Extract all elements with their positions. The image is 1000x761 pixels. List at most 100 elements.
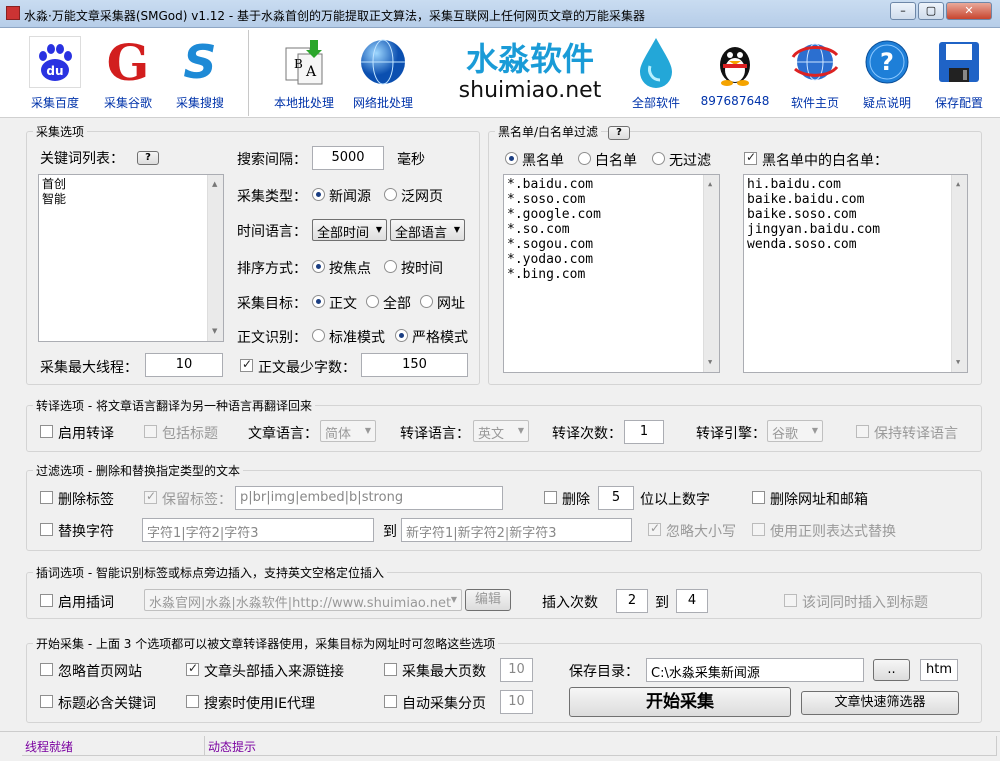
- target-url-label: 网址: [437, 296, 465, 312]
- whitelist-scrollbar[interactable]: [951, 175, 967, 372]
- keyword-item: 智能: [42, 192, 67, 206]
- delete-label: 删除: [562, 492, 590, 508]
- browse-button[interactable]: ..: [873, 659, 910, 681]
- insert-words-select[interactable]: 水淼官网|水淼|水淼软件|http://www.shuimiao.net: [144, 589, 462, 611]
- whitelist-textarea[interactable]: hi.baidu.com baike.baidu.com baike.soso.…: [743, 174, 968, 373]
- auto-pages-checkbox[interactable]: [384, 695, 397, 708]
- engine-select[interactable]: 谷歌: [767, 420, 823, 442]
- start-legend: 开始采集 - 上面 3 个选项都可以被文章转译器使用，采集目标为网址时可忽略这些…: [36, 637, 496, 651]
- blacklist-scrollbar[interactable]: [703, 175, 719, 372]
- ignore-home-checkbox[interactable]: [40, 663, 53, 676]
- max-threads-label: 采集最大线程：: [40, 360, 138, 376]
- insert-times-to-input[interactable]: 4: [676, 589, 708, 613]
- homepage-button[interactable]: 软件主页: [780, 32, 850, 116]
- target-lang-label: 转译语言：: [400, 426, 470, 442]
- target-body-radio[interactable]: [312, 295, 325, 308]
- faq-button[interactable]: ? 疑点说明: [852, 32, 922, 116]
- thread-status: 线程就绪: [22, 736, 205, 756]
- ignore-case-checkbox[interactable]: [648, 521, 661, 536]
- include-title-checkbox[interactable]: [144, 425, 157, 438]
- net-batch-button[interactable]: 网络批处理: [348, 32, 418, 116]
- blacklist-item: *.google.com: [507, 207, 601, 222]
- blacklist-item: *.bing.com: [507, 267, 586, 282]
- keep-tags-checkbox[interactable]: [144, 489, 157, 504]
- keep-tags-input[interactable]: p|br|img|embed|b|strong: [235, 486, 503, 510]
- sort-time-radio[interactable]: [384, 260, 397, 273]
- insert-times-from-input[interactable]: 2: [616, 589, 648, 613]
- maximize-button[interactable]: ▢: [918, 2, 944, 20]
- keyword-list-input[interactable]: 首创 智能: [38, 174, 224, 342]
- ie-proxy-checkbox[interactable]: [186, 695, 199, 708]
- blacklist-radio[interactable]: [505, 152, 518, 165]
- insert-source-checkbox[interactable]: [186, 661, 199, 676]
- max-threads-input[interactable]: 10: [145, 353, 223, 377]
- remove-tags-checkbox[interactable]: [40, 491, 53, 504]
- all-software-button[interactable]: 全部软件: [621, 32, 691, 116]
- keyword-scrollbar[interactable]: [207, 175, 223, 341]
- use-regex-checkbox[interactable]: [752, 523, 765, 536]
- title-keyword-checkbox[interactable]: [40, 695, 53, 708]
- sogou-button[interactable]: S 采集搜搜: [165, 32, 235, 116]
- remove-urls-checkbox[interactable]: [752, 491, 765, 504]
- google-button[interactable]: G 采集谷歌: [93, 32, 163, 116]
- delete-digits-checkbox[interactable]: [544, 491, 557, 504]
- insert-times-label: 插入次数: [542, 595, 598, 611]
- translate-times-input[interactable]: 1: [624, 420, 664, 444]
- replace-to-input[interactable]: 新字符1|新字符2|新字符3: [401, 518, 632, 542]
- delete-digits-input[interactable]: 5: [598, 486, 634, 510]
- all-software-label: 全部软件: [631, 96, 680, 110]
- baidu-paw-icon: du: [29, 36, 81, 88]
- save-dir-input[interactable]: C:\水淼采集新闻源: [646, 658, 864, 682]
- article-lang-select[interactable]: 简体: [320, 420, 376, 442]
- min-chars-checkbox[interactable]: [240, 357, 253, 372]
- file-ext-input[interactable]: htm: [920, 659, 958, 681]
- blacklist-textarea[interactable]: *.baidu.com *.soso.com *.google.com *.so…: [503, 174, 720, 373]
- replace-from-input[interactable]: 字符1|字符2|字符3: [142, 518, 374, 542]
- include-title-label: 包括标题: [162, 426, 218, 442]
- quick-filter-button[interactable]: 文章快速筛选器: [801, 691, 959, 715]
- close-button[interactable]: ✕: [946, 2, 992, 20]
- blacklist-item: *.so.com: [507, 222, 570, 237]
- insert-enable-checkbox[interactable]: [40, 594, 53, 607]
- sort-focus-radio[interactable]: [312, 260, 325, 273]
- keep-lang-checkbox[interactable]: [856, 425, 869, 438]
- target-all-radio[interactable]: [366, 295, 379, 308]
- insert-edit-button[interactable]: 编辑: [465, 589, 511, 611]
- save-config-button[interactable]: 保存配置: [924, 32, 994, 116]
- target-lang-select[interactable]: 英文: [473, 420, 529, 442]
- target-url-radio[interactable]: [420, 295, 433, 308]
- whitelist-radio[interactable]: [578, 152, 591, 165]
- whitelist-item: baike.soso.com: [747, 207, 857, 222]
- white-in-black-checkbox[interactable]: [744, 150, 757, 165]
- blacklist-help-button[interactable]: ?: [608, 126, 630, 140]
- nofilter-radio[interactable]: [652, 152, 665, 165]
- time-range-select[interactable]: 全部时间: [312, 219, 387, 241]
- blacklist-item: *.yodao.com: [507, 252, 594, 267]
- max-pages-checkbox[interactable]: [384, 663, 397, 676]
- also-title-checkbox[interactable]: [784, 594, 797, 607]
- min-chars-input[interactable]: 150: [361, 353, 468, 377]
- type-news-radio[interactable]: [312, 188, 325, 201]
- replace-chars-checkbox[interactable]: [40, 523, 53, 536]
- svg-text:?: ?: [880, 48, 894, 76]
- keyword-help-button[interactable]: ?: [137, 151, 159, 165]
- whitelist-label: 白名单: [595, 153, 637, 169]
- qq-button[interactable]: 897687648: [700, 32, 770, 116]
- auto-pages-input[interactable]: 10: [500, 690, 533, 714]
- keyword-list-label: 关键词列表：: [40, 151, 124, 167]
- max-pages-input[interactable]: 10: [500, 658, 533, 682]
- ignore-home-label: 忽略首页网站: [58, 664, 142, 680]
- search-interval-input[interactable]: 5000: [312, 146, 384, 170]
- language-select[interactable]: 全部语言: [390, 219, 465, 241]
- baidu-button[interactable]: du 采集百度: [20, 32, 90, 116]
- translate-enable-checkbox[interactable]: [40, 425, 53, 438]
- mode-strict-radio[interactable]: [395, 329, 408, 342]
- start-collect-button[interactable]: 开始采集: [569, 687, 791, 717]
- qq-number: 897687648: [700, 94, 770, 108]
- type-web-radio[interactable]: [384, 188, 397, 201]
- net-batch-label: 网络批处理: [352, 96, 413, 110]
- local-batch-button[interactable]: BA 本地批处理: [269, 32, 339, 116]
- mode-standard-radio[interactable]: [312, 329, 325, 342]
- minimize-button[interactable]: –: [890, 2, 916, 20]
- use-regex-label: 使用正则表达式替换: [770, 524, 896, 540]
